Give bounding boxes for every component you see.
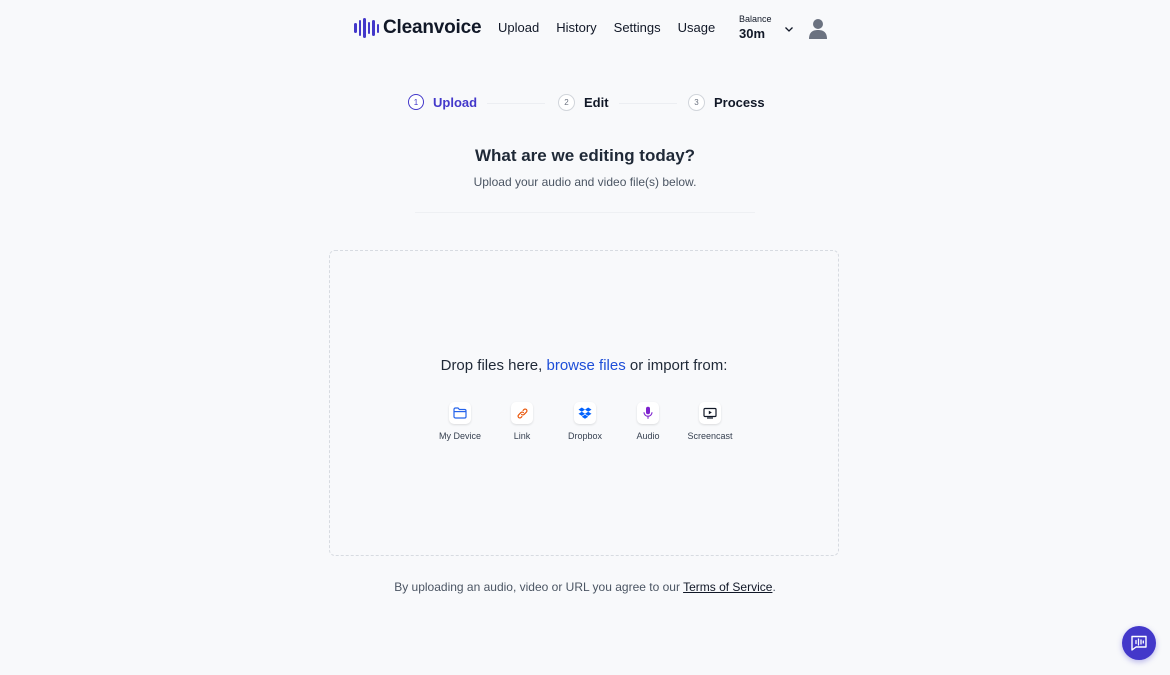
step-label: Edit — [584, 95, 609, 110]
dropzone-text-after: or import from: — [625, 357, 728, 374]
brand-name: Cleanvoice — [383, 17, 482, 38]
terms-note: By uploading an audio, video or URL you … — [0, 580, 1170, 594]
nav-upload[interactable]: Upload — [498, 20, 539, 35]
page-title: What are we editing today? — [474, 146, 696, 165]
source-audio[interactable]: Audio — [613, 402, 683, 441]
balance-label: Balance — [739, 14, 772, 24]
file-dropzone[interactable]: Drop files here, browse files or import … — [329, 250, 839, 556]
balance-info: Balance 30m — [739, 14, 772, 41]
screencast-icon — [699, 402, 721, 424]
terms-of-service-link[interactable]: Terms of Service — [683, 580, 772, 594]
source-dropbox[interactable]: Dropbox — [550, 402, 620, 441]
nav-settings[interactable]: Settings — [614, 20, 661, 35]
browse-files-link[interactable]: browse files — [547, 357, 626, 374]
page-subtitle: Upload your audio and video file(s) belo… — [473, 175, 697, 189]
waveform-logo-icon — [354, 18, 379, 38]
dropbox-icon — [574, 402, 596, 424]
step-number: 1 — [408, 94, 424, 110]
dropzone-text-before: Drop files here, — [440, 357, 547, 374]
nav-usage[interactable]: Usage — [678, 20, 716, 35]
progress-stepper: 1 Upload 2 Edit 3 Process — [0, 94, 1170, 114]
source-label: My Device — [438, 431, 481, 441]
user-avatar-icon[interactable] — [808, 18, 828, 40]
link-icon — [511, 402, 533, 424]
step-label: Upload — [433, 94, 478, 110]
balance-dropdown[interactable]: Balance 30m — [739, 14, 794, 41]
step-edit[interactable]: 2 Edit — [558, 94, 609, 111]
step-process[interactable]: 3 Process — [688, 94, 765, 111]
nav-history[interactable]: History — [556, 20, 596, 35]
balance-value: 30m — [739, 26, 766, 41]
step-number: 2 — [558, 94, 575, 111]
divider — [415, 212, 755, 213]
terms-text-before: By uploading an audio, video or URL you … — [394, 580, 684, 594]
chat-icon — [1131, 635, 1147, 651]
chevron-down-icon — [784, 26, 793, 32]
step-number: 3 — [688, 94, 705, 111]
microphone-icon — [637, 402, 659, 424]
main-nav: Upload History Settings Usage — [498, 20, 732, 35]
step-connector — [487, 103, 545, 104]
source-my-device[interactable]: My Device — [425, 402, 495, 441]
logo[interactable]: Cleanvoice — [354, 16, 482, 40]
source-screencast[interactable]: Screencast — [675, 402, 745, 441]
chat-button[interactable] — [1122, 626, 1156, 660]
folder-icon — [449, 402, 471, 424]
top-header: Cleanvoice Upload History Settings Usage… — [0, 0, 1170, 56]
dropzone-prompt: Drop files here, browse files or import … — [330, 357, 838, 374]
source-link[interactable]: Link — [487, 402, 557, 441]
step-connector — [619, 103, 677, 104]
source-label: Link — [513, 431, 531, 441]
source-label: Dropbox — [567, 431, 603, 441]
step-label: Process — [714, 95, 765, 110]
source-label: Screencast — [687, 431, 733, 441]
terms-text-after: . — [772, 580, 776, 594]
source-label: Audio — [636, 431, 660, 441]
step-upload[interactable]: 1 Upload — [408, 94, 477, 110]
